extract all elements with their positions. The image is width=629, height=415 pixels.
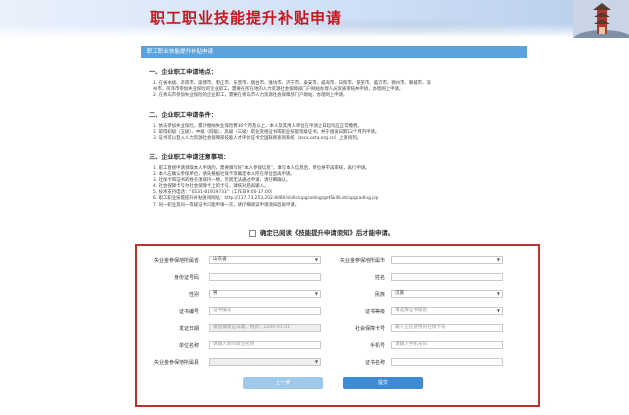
cert-number-label: 证书编号 [178, 309, 199, 315]
confirm-label: 确定已阅读《技能提升申请须知》后才能申请。 [260, 229, 395, 237]
chevron-down-icon: ▼ [496, 291, 500, 296]
cert-level-label: 证书等级 [364, 309, 385, 315]
phone-input[interactable]: 请输入手机号码 [391, 341, 503, 349]
county-label: 失业金参保地所属县 [153, 360, 199, 366]
notes-paragraph: 1. 职工直接申请领取本人申请的，需要填写好“本人参保信息”，填写本人信息后，单… [153, 166, 519, 209]
id-number-label: 身份证号码 [173, 275, 199, 281]
gender-select[interactable]: 男 ▼ [209, 290, 321, 298]
section-title-conditions: 二、企业职工申请条件： [149, 112, 218, 119]
section-title-notes: 三、企业职工申请注意事项： [149, 154, 230, 161]
page-title: 职工职业技能提升补贴申请 [150, 9, 343, 27]
notice-line: 2. 在青岛市参加失业保险的企业职工，需要在青岛市人力资源社会保障部门户网站，办… [153, 93, 348, 99]
confirm-read[interactable]: 确定已阅读《技能提升申请须知》后才能申请。 [249, 228, 394, 237]
application-notice: 一、企业职工申请地点： 1. 在省本级、济南市、淄博市、枣庄市、东营市、烟台市、… [141, 60, 527, 255]
company-label: 单位名称 [178, 343, 199, 349]
confirm-checkbox[interactable] [249, 229, 256, 237]
cert-name-input[interactable] [391, 358, 503, 366]
ethnicity-select[interactable]: 汉族 ▼ [391, 290, 503, 298]
cert-name-label: 证书名称 [364, 360, 385, 366]
social-card-label: 社会保障卡号 [354, 326, 385, 332]
phone-label: 手机号 [369, 343, 385, 349]
previous-step-button[interactable]: 上一步 [243, 377, 323, 389]
county-select[interactable]: ▼ [209, 358, 321, 366]
city-label: 失业金参保地所属市 [339, 258, 385, 264]
pagoda-icon [573, 0, 629, 38]
chevron-down-icon: ▼ [314, 257, 318, 262]
chevron-down-icon: ▼ [496, 308, 500, 313]
notice-line: 3. 证书可以登入人力资源社会保障部技能人才评价证书全国联网查询系统（zscx.… [153, 136, 362, 142]
name-label: 姓名 [374, 275, 385, 281]
social-card-input[interactable]: 输入正在使用的社保卡号 [391, 324, 503, 332]
breadcrumb: 职工职业技能提升补贴申请 [141, 46, 527, 58]
section-title-location: 一、企业职工申请地点： [149, 69, 218, 76]
notice-line: 7. 同一职业及同一等级证书只能申请一次，请仔细阅读申请须知后再申请。 [153, 202, 300, 208]
ethnicity-label: 民族 [374, 292, 385, 298]
chevron-down-icon: ▼ [314, 291, 318, 296]
gender-label: 性别 [188, 292, 199, 298]
province-label: 失业金参保地所属省 [153, 258, 199, 264]
application-form: 失业金参保地所属省 山东省 ▼ 失业金参保地所属市 ▼ 身份证号码 姓名 性别 男… [135, 244, 540, 407]
province-select[interactable]: 山东省 ▼ [209, 256, 321, 264]
submit-button[interactable]: 提交 [343, 377, 423, 389]
id-number-input[interactable] [209, 273, 321, 281]
cert-number-input[interactable]: 证书编号 [209, 307, 321, 315]
location-paragraph: 1. 在省本级、济南市、淄博市、枣庄市、东营市、烟台市、潍坊市、济宁市、泰安市、… [153, 81, 519, 99]
issue-date-label: 发证日期 [178, 326, 199, 332]
city-select[interactable]: ▼ [391, 256, 503, 264]
name-input[interactable] [391, 273, 503, 281]
issue-date-input[interactable]: 请选择发证日期，格式：2000-01-01 [209, 324, 321, 332]
header-banner: 职工职业技能提升补贴申请 [0, 0, 629, 38]
chevron-down-icon: ▼ [496, 257, 500, 262]
company-input[interactable]: 请输入你的单位名称 [209, 341, 321, 349]
conditions-paragraph: 1. 依法参加失业保险，累计缴纳失业保险费36个月及以上，本人及其用人单位在申请… [153, 124, 519, 142]
chevron-down-icon: ▼ [314, 359, 318, 364]
cert-level-select[interactable]: 请选择证书级别 ▼ [391, 307, 503, 315]
